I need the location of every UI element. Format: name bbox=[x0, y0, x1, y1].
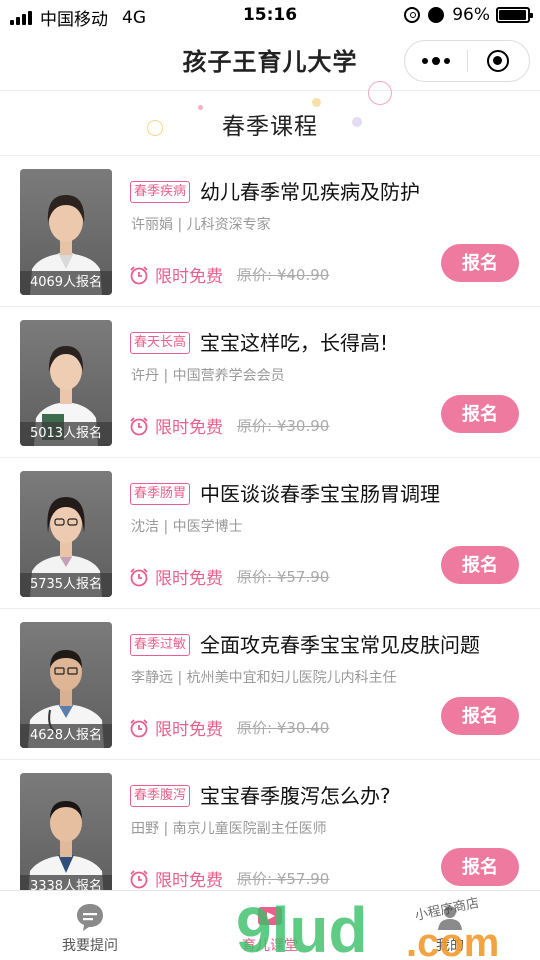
course-item[interactable]: 5013人报名 春天长高 宝宝这样吃，长得高! 许丹 | 中国营养学会会员 限时… bbox=[0, 307, 540, 458]
original-price: 原价: ¥30.90 bbox=[237, 417, 330, 435]
decor-circle bbox=[368, 81, 392, 105]
course-tag: 春季过敏 bbox=[130, 634, 191, 656]
original-price: 原价: ¥57.90 bbox=[237, 568, 330, 586]
enrolled-count: 5013人报名 bbox=[20, 422, 112, 446]
teacher-photo: 4069人报名 bbox=[20, 169, 112, 295]
watermark-suffix: .com bbox=[406, 921, 499, 960]
free-label: 限时免费 bbox=[155, 871, 223, 891]
free-label: 限时免费 bbox=[155, 267, 223, 287]
course-title: 宝宝春季腹泻怎么办? bbox=[200, 784, 391, 808]
status-right: 96% bbox=[404, 5, 533, 25]
tab-label: 我要提问 bbox=[62, 938, 118, 954]
question-bubble-icon bbox=[77, 904, 103, 931]
alarm-clock-icon bbox=[130, 265, 148, 284]
original-price: 原价: ¥30.40 bbox=[237, 719, 330, 737]
watermark-tagline: 小程序商店 bbox=[414, 896, 481, 924]
teacher-photo: 4628人报名 bbox=[20, 622, 112, 748]
miniprogram-capsule bbox=[404, 40, 530, 82]
tab-ask-question[interactable]: 我要提问 bbox=[0, 891, 180, 960]
course-title: 幼儿春季常见疾病及防护 bbox=[200, 180, 420, 204]
teacher-info: 许丹 | 中国营养学会会员 bbox=[131, 368, 285, 384]
course-list: 4069人报名 春季疾病 幼儿春季常见疾病及防护 许丽娟 | 儿科资深专家 限时… bbox=[0, 156, 540, 911]
section-banner: 春季课程 bbox=[0, 81, 540, 156]
free-label: 限时免费 bbox=[155, 418, 223, 438]
more-dots-icon bbox=[421, 58, 428, 64]
section-title: 春季课程 bbox=[222, 114, 318, 140]
course-title: 宝宝这样吃，长得高! bbox=[200, 331, 389, 355]
more-button[interactable] bbox=[405, 57, 467, 65]
price-row: 限时免费 原价: ¥57.90 bbox=[129, 564, 329, 589]
watermark-logo: 9lud bbox=[236, 894, 368, 960]
course-title: 中医谈谈春季宝宝肠胃调理 bbox=[200, 482, 440, 506]
nav-bar: 孩子王育儿大学 bbox=[0, 32, 540, 90]
course-tag: 春天长高 bbox=[130, 332, 191, 354]
original-price: 原价: ¥40.90 bbox=[237, 266, 330, 284]
course-item[interactable]: 5735人报名 春季肠胃 中医谈谈春季宝宝肠胃调理 沈洁 | 中医学博士 限时免… bbox=[0, 458, 540, 609]
signup-button[interactable]: 报名 bbox=[441, 546, 519, 584]
teacher-photo: 5013人报名 bbox=[20, 320, 112, 446]
price-row: 限时免费 原价: ¥30.90 bbox=[129, 413, 329, 438]
signup-button[interactable]: 报名 bbox=[441, 697, 519, 735]
teacher-info: 田野 | 南京儿童医院副主任医师 bbox=[131, 821, 327, 837]
course-tag: 春季腹泻 bbox=[130, 785, 191, 807]
course-item[interactable]: 3338人报名 春季腹泻 宝宝春季腹泻怎么办? 田野 | 南京儿童医院副主任医师… bbox=[0, 760, 540, 911]
close-miniprogram-button[interactable] bbox=[467, 50, 529, 72]
original-price: 原价: ¥57.90 bbox=[237, 870, 330, 888]
alarm-clock-icon bbox=[130, 869, 148, 888]
enrolled-count: 5735人报名 bbox=[20, 573, 112, 597]
signup-button[interactable]: 报名 bbox=[441, 395, 519, 433]
signup-button[interactable]: 报名 bbox=[441, 848, 519, 886]
rotation-lock-icon bbox=[404, 7, 421, 23]
watermark: 9lud 小程序商店 .com bbox=[236, 894, 499, 960]
teacher-photo: 5735人报名 bbox=[20, 471, 112, 597]
target-circle-icon bbox=[487, 50, 510, 72]
course-item[interactable]: 4069人报名 春季疾病 幼儿春季常见疾病及防护 许丽娟 | 儿科资深专家 限时… bbox=[0, 156, 540, 307]
battery-percent: 96% bbox=[452, 5, 490, 25]
course-tag: 春季疾病 bbox=[130, 181, 191, 203]
course-title: 全面攻克春季宝宝常见皮肤问题 bbox=[200, 633, 480, 657]
enrolled-count: 4069人报名 bbox=[20, 271, 112, 295]
teacher-info: 许丽娟 | 儿科资深专家 bbox=[131, 217, 271, 233]
status-bar: 中国移动 4G 15:16 96% bbox=[0, 0, 540, 32]
course-tag: 春季肠胃 bbox=[130, 483, 191, 505]
decor-dot bbox=[312, 98, 321, 107]
teacher-info: 沈洁 | 中医学博士 bbox=[131, 519, 243, 535]
alarm-clock-icon bbox=[130, 416, 148, 435]
price-row: 限时免费 原价: ¥57.90 bbox=[129, 866, 329, 891]
teacher-info: 李静远 | 杭州美中宜和妇儿医院儿内科主任 bbox=[131, 670, 397, 686]
alarm-clock-icon bbox=[130, 567, 148, 586]
enrolled-count: 4628人报名 bbox=[20, 724, 112, 748]
free-label: 限时免费 bbox=[155, 569, 223, 589]
teacher-photo: 3338人报名 bbox=[20, 773, 112, 899]
alarm-clock-icon bbox=[130, 718, 148, 737]
alarm-icon bbox=[428, 7, 445, 23]
course-item[interactable]: 4628人报名 春季过敏 全面攻克春季宝宝常见皮肤问题 李静远 | 杭州美中宜和… bbox=[0, 609, 540, 760]
free-label: 限时免费 bbox=[155, 720, 223, 740]
signup-button[interactable]: 报名 bbox=[441, 244, 519, 282]
price-row: 限时免费 原价: ¥40.90 bbox=[129, 262, 329, 287]
price-row: 限时免费 原价: ¥30.40 bbox=[129, 715, 329, 740]
battery-icon bbox=[496, 7, 533, 23]
